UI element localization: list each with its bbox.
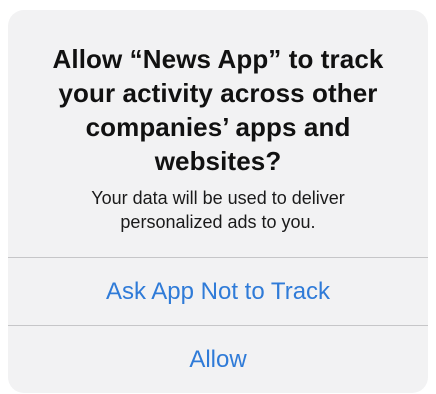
allow-button[interactable]: Allow (8, 326, 428, 393)
alert-title: Allow “News App” to track your activity … (52, 44, 384, 176)
alert-message: Your data will be used to deliver person… (91, 188, 345, 232)
tracking-permission-alert: Allow “News App” to track your activity … (8, 10, 428, 393)
alert-body: Allow “News App” to track your activity … (8, 10, 428, 257)
ask-app-not-to-track-button[interactable]: Ask App Not to Track (8, 258, 428, 325)
